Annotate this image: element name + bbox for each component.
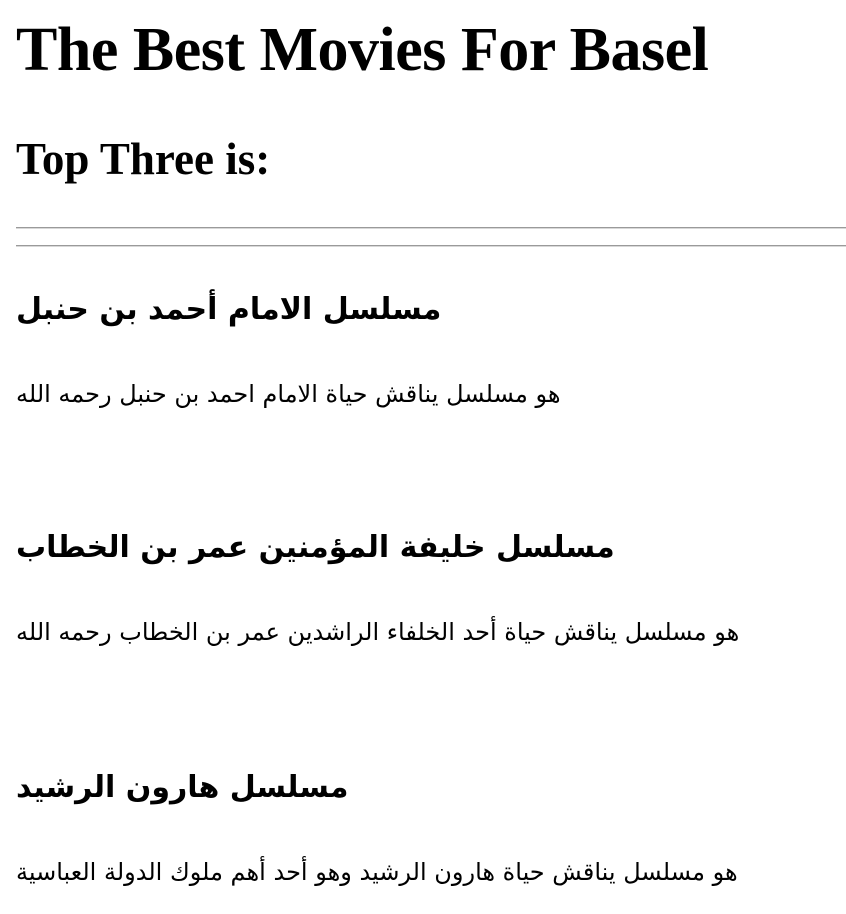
movie-description: هو مسلسل يناقش حياة أحد الخلفاء الراشدين…: [16, 618, 740, 646]
horizontal-divider: [16, 227, 846, 229]
horizontal-divider: [16, 245, 846, 247]
movie-entry: مسلسل الامام أحمد بن حنبل هو مسلسل يناقش…: [16, 290, 846, 408]
movie-title: مسلسل خليفة المؤمنين عمر بن الخطاب: [16, 530, 615, 565]
movie-description: هو مسلسل يناقش حياة الامام احمد بن حنبل …: [16, 380, 561, 408]
page-body: { "page": { "title": "The Best Movies Fo…: [0, 0, 846, 914]
movie-entry: مسلسل هارون الرشيد هو مسلسل يناقش حياة ه…: [16, 768, 846, 886]
page-title: The Best Movies For Basel: [16, 16, 709, 84]
page-subtitle: Top Three is:: [16, 134, 271, 184]
movie-title: مسلسل هارون الرشيد: [16, 770, 349, 805]
movie-entry: مسلسل خليفة المؤمنين عمر بن الخطاب هو مس…: [16, 528, 846, 646]
movie-title: مسلسل الامام أحمد بن حنبل: [16, 292, 442, 327]
movie-description: هو مسلسل يناقش حياة هارون الرشيد وهو أحد…: [16, 858, 738, 886]
